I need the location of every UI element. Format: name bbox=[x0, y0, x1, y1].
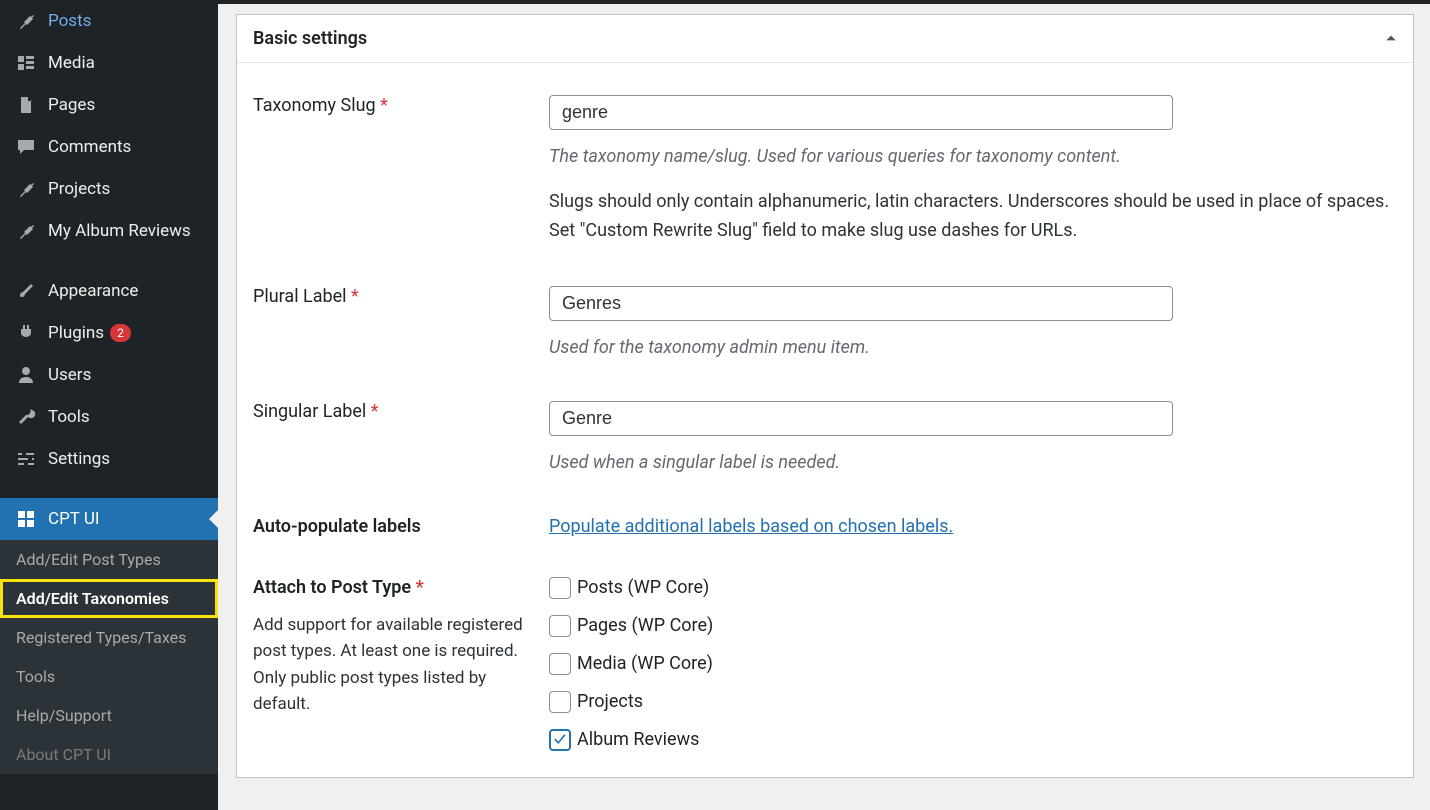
menu-label: Tools bbox=[48, 407, 90, 427]
admin-sidebar: Posts Media Pages Comments Projects My A… bbox=[0, 0, 218, 810]
required-mark: * bbox=[351, 286, 359, 307]
plural-label-label: Plural Label bbox=[253, 286, 347, 307]
taxonomy-slug-label: Taxonomy Slug bbox=[253, 95, 376, 116]
plural-label-desc: Used for the taxonomy admin menu item. bbox=[549, 335, 1397, 361]
menu-label: Users bbox=[48, 365, 91, 385]
taxonomy-slug-desc: The taxonomy name/slug. Used for various… bbox=[549, 144, 1397, 170]
menu-label: Media bbox=[48, 53, 95, 73]
checkbox-media[interactable] bbox=[549, 653, 571, 675]
main-content: Basic settings Taxonomy Slug * The taxon… bbox=[218, 0, 1430, 810]
menu-media[interactable]: Media bbox=[0, 42, 218, 84]
grid-icon bbox=[12, 508, 40, 530]
attach-help: Add support for available registered pos… bbox=[253, 612, 529, 717]
checkbox-posts[interactable] bbox=[549, 577, 571, 599]
singular-label-label: Singular Label bbox=[253, 401, 366, 422]
submenu-tools[interactable]: Tools bbox=[0, 657, 218, 696]
menu-label: My Album Reviews bbox=[48, 221, 191, 241]
singular-label-desc: Used when a singular label is needed. bbox=[549, 450, 1397, 476]
taxonomy-slug-desc2: Slugs should only contain alphanumeric, … bbox=[549, 188, 1397, 246]
plural-label-input[interactable] bbox=[549, 286, 1173, 321]
badge-count: 2 bbox=[110, 324, 131, 342]
singular-label-input[interactable] bbox=[549, 401, 1173, 436]
checkbox-label: Pages (WP Core) bbox=[577, 615, 713, 636]
checkbox-row-projects: Projects bbox=[549, 691, 1397, 713]
populate-labels-link[interactable]: Populate additional labels based on chos… bbox=[549, 516, 953, 537]
brush-icon bbox=[12, 280, 40, 302]
comment-icon bbox=[12, 136, 40, 158]
checkbox-row-media: Media (WP Core) bbox=[549, 653, 1397, 675]
checkbox-label: Media (WP Core) bbox=[577, 653, 713, 674]
menu-label: Plugins bbox=[48, 323, 104, 343]
menu-users[interactable]: Users bbox=[0, 354, 218, 396]
collapse-toggle-icon[interactable] bbox=[1385, 28, 1397, 49]
checkbox-row-posts: Posts (WP Core) bbox=[549, 577, 1397, 599]
checkbox-label: Album Reviews bbox=[577, 729, 699, 750]
menu-comments[interactable]: Comments bbox=[0, 126, 218, 168]
wrench-icon bbox=[12, 406, 40, 428]
submenu-add-edit-taxonomies[interactable]: Add/Edit Taxonomies bbox=[0, 579, 218, 618]
required-mark: * bbox=[371, 401, 379, 422]
submenu-registered-types[interactable]: Registered Types/Taxes bbox=[0, 618, 218, 657]
menu-label: Settings bbox=[48, 449, 110, 469]
pin-icon bbox=[12, 178, 40, 200]
menu-label: Appearance bbox=[48, 281, 138, 301]
user-icon bbox=[12, 364, 40, 386]
menu-label: Posts bbox=[48, 11, 91, 31]
submenu-help-support[interactable]: Help/Support bbox=[0, 696, 218, 735]
auto-populate-label: Auto-populate labels bbox=[253, 516, 421, 537]
submenu-about[interactable]: About CPT UI bbox=[0, 735, 218, 774]
sliders-icon bbox=[12, 448, 40, 470]
attach-label: Attach to Post Type bbox=[253, 577, 411, 598]
submenu-add-edit-post-types[interactable]: Add/Edit Post Types bbox=[0, 540, 218, 579]
checkbox-pages[interactable] bbox=[549, 615, 571, 637]
pages-icon bbox=[12, 94, 40, 116]
required-mark: * bbox=[380, 95, 388, 116]
checkbox-album-reviews[interactable] bbox=[549, 729, 571, 751]
menu-projects[interactable]: Projects bbox=[0, 168, 218, 210]
taxonomy-slug-input[interactable] bbox=[549, 95, 1173, 130]
menu-posts[interactable]: Posts bbox=[0, 0, 218, 42]
checkbox-projects[interactable] bbox=[549, 691, 571, 713]
panel-title: Basic settings bbox=[253, 28, 367, 49]
menu-label: Projects bbox=[48, 179, 110, 199]
menu-album-reviews[interactable]: My Album Reviews bbox=[0, 210, 218, 252]
checkbox-row-pages: Pages (WP Core) bbox=[549, 615, 1397, 637]
menu-tools[interactable]: Tools bbox=[0, 396, 218, 438]
menu-label: Comments bbox=[48, 137, 131, 157]
checkbox-label: Projects bbox=[577, 691, 643, 712]
menu-label: Pages bbox=[48, 95, 95, 115]
menu-settings[interactable]: Settings bbox=[0, 438, 218, 480]
menu-plugins[interactable]: Plugins 2 bbox=[0, 312, 218, 354]
basic-settings-panel: Basic settings Taxonomy Slug * The taxon… bbox=[236, 14, 1414, 778]
checkbox-label: Posts (WP Core) bbox=[577, 577, 709, 598]
required-mark: * bbox=[416, 577, 424, 598]
menu-pages[interactable]: Pages bbox=[0, 84, 218, 126]
pin-icon bbox=[12, 10, 40, 32]
menu-appearance[interactable]: Appearance bbox=[0, 270, 218, 312]
cpt-ui-submenu: Add/Edit Post Types Add/Edit Taxonomies … bbox=[0, 540, 218, 774]
media-icon bbox=[12, 52, 40, 74]
menu-label: CPT UI bbox=[48, 509, 99, 529]
pin-icon bbox=[12, 220, 40, 242]
checkbox-row-album-reviews: Album Reviews bbox=[549, 729, 1397, 751]
plug-icon bbox=[12, 322, 40, 344]
menu-cpt-ui[interactable]: CPT UI bbox=[0, 498, 218, 540]
